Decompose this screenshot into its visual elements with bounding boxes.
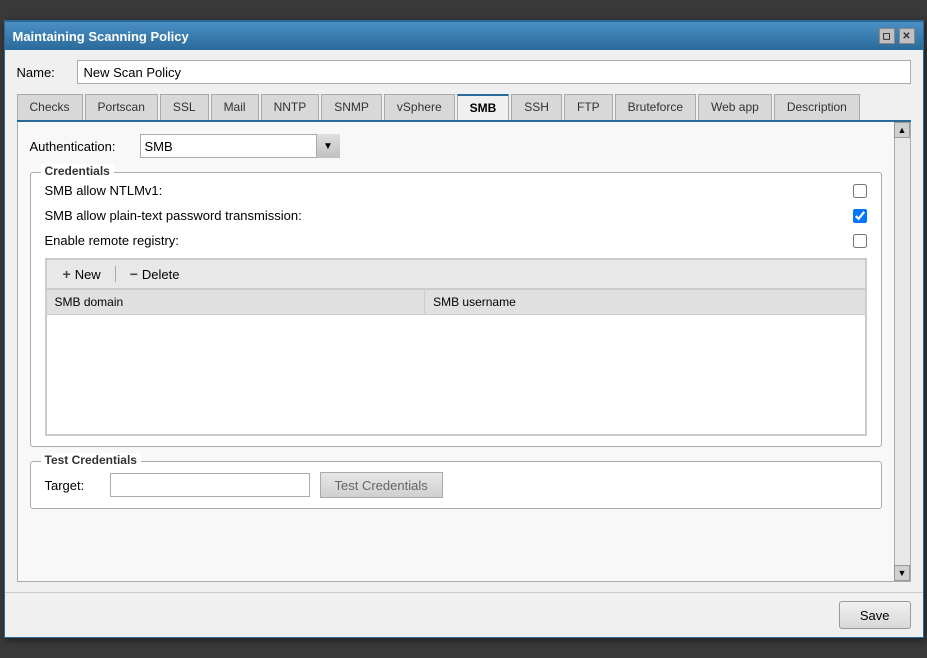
credentials-toolbar: + New − Delete — [46, 259, 866, 289]
auth-select-wrapper: SMB Kerberos None ▼ — [140, 134, 340, 158]
tab-bruteforce[interactable]: Bruteforce — [615, 94, 696, 120]
tab-ssh[interactable]: SSH — [511, 94, 562, 120]
credentials-group: Credentials SMB allow NTLMv1: SMB allow … — [30, 172, 882, 447]
tab-content: Authentication: SMB Kerberos None ▼ Cred… — [17, 122, 911, 582]
checkbox-plaintext[interactable] — [853, 209, 867, 223]
credentials-table-body — [46, 315, 865, 435]
delete-label: Delete — [142, 267, 180, 282]
tab-portscan[interactable]: Portscan — [85, 94, 158, 120]
tab-mail[interactable]: Mail — [211, 94, 259, 120]
title-bar: Maintaining Scanning Policy ◻ ✕ — [5, 22, 923, 50]
checkbox-plaintext-label: SMB allow plain-text password transmissi… — [45, 208, 302, 223]
inner-content: Authentication: SMB Kerberos None ▼ Cred… — [30, 134, 898, 509]
close-button[interactable]: ✕ — [899, 28, 915, 44]
credentials-table: SMB domain SMB username — [46, 289, 866, 435]
delete-icon: − — [130, 266, 138, 282]
scroll-up-button[interactable]: ▲ — [894, 122, 910, 138]
tab-smb[interactable]: SMB — [457, 94, 510, 120]
main-window: Maintaining Scanning Policy ◻ ✕ Name: Ch… — [4, 20, 924, 638]
tabs-bar: Checks Portscan SSL Mail NNTP SNMP vSphe… — [17, 94, 911, 122]
tab-ssl[interactable]: SSL — [160, 94, 209, 120]
auth-label: Authentication: — [30, 139, 130, 154]
tab-description[interactable]: Description — [774, 94, 860, 120]
tab-ftp[interactable]: FTP — [564, 94, 613, 120]
checkbox-registry[interactable] — [853, 234, 867, 248]
credentials-table-container: + New − Delete — [45, 258, 867, 436]
checkbox-ntlmv1-row: SMB allow NTLMv1: — [45, 183, 867, 198]
delete-button[interactable]: − Delete — [122, 264, 188, 284]
tab-snmp[interactable]: SNMP — [321, 94, 382, 120]
restore-button[interactable]: ◻ — [879, 28, 895, 44]
tab-nntp[interactable]: NNTP — [261, 94, 320, 120]
new-label: New — [75, 267, 101, 282]
new-button[interactable]: + New — [55, 264, 109, 284]
save-label: Save — [860, 608, 890, 623]
test-target-label: Target: — [45, 478, 100, 493]
checkbox-registry-label: Enable remote registry: — [45, 233, 179, 248]
scroll-down-button[interactable]: ▼ — [894, 565, 910, 581]
tab-checks[interactable]: Checks — [17, 94, 83, 120]
test-target-input[interactable] — [110, 473, 310, 497]
tab-vsphere[interactable]: vSphere — [384, 94, 455, 120]
toolbar-separator — [115, 266, 116, 282]
test-credentials-button-label: Test Credentials — [335, 478, 428, 493]
test-credentials-box: Test Credentials Target: Test Credential… — [30, 461, 882, 509]
auth-row: Authentication: SMB Kerberos None ▼ — [30, 134, 882, 158]
tab-webapp[interactable]: Web app — [698, 94, 772, 120]
checkbox-plaintext-row: SMB allow plain-text password transmissi… — [45, 208, 867, 223]
checkbox-ntlmv1[interactable] — [853, 184, 867, 198]
window-body: Name: Checks Portscan SSL Mail NNTP SNMP… — [5, 50, 923, 592]
new-icon: + — [63, 266, 71, 282]
name-label: Name: — [17, 65, 67, 80]
auth-select[interactable]: SMB Kerberos None — [140, 134, 340, 158]
name-row: Name: — [17, 60, 911, 84]
col-smb-domain: SMB domain — [46, 290, 425, 315]
name-input[interactable] — [77, 60, 911, 84]
window-title: Maintaining Scanning Policy — [13, 29, 189, 44]
scroll-track[interactable] — [895, 138, 910, 565]
checkbox-ntlmv1-label: SMB allow NTLMv1: — [45, 183, 163, 198]
credentials-group-title: Credentials — [41, 164, 114, 178]
title-bar-buttons: ◻ ✕ — [879, 28, 915, 44]
scrollbar[interactable]: ▲ ▼ — [894, 122, 910, 581]
bottom-bar: Save — [5, 592, 923, 637]
test-row: Target: Test Credentials — [45, 472, 867, 498]
checkbox-registry-row: Enable remote registry: — [45, 233, 867, 248]
save-button[interactable]: Save — [839, 601, 911, 629]
test-credentials-button[interactable]: Test Credentials — [320, 472, 443, 498]
col-smb-username: SMB username — [425, 290, 865, 315]
test-credentials-title: Test Credentials — [41, 453, 141, 467]
